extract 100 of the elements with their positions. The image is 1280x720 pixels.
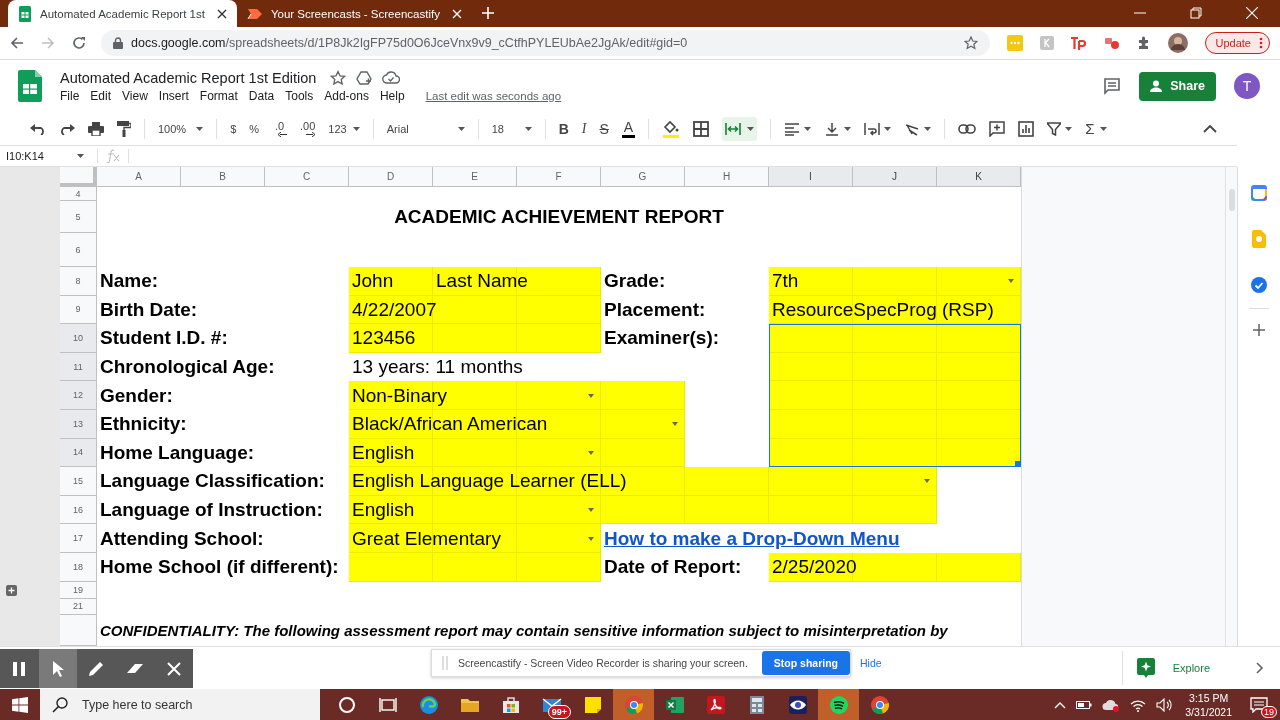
dropdown-arrow-icon[interactable] bbox=[672, 422, 678, 427]
paint-format-icon[interactable] bbox=[117, 120, 131, 137]
document-title[interactable]: Automated Academic Report 1st Edition bbox=[60, 69, 317, 86]
recorder-tool-button[interactable] bbox=[38, 649, 78, 688]
row-header[interactable]: 13 bbox=[60, 409, 97, 439]
menu-item[interactable]: View bbox=[122, 88, 148, 103]
borders-icon[interactable] bbox=[693, 120, 710, 137]
dropdown-arrow-icon[interactable] bbox=[588, 393, 594, 398]
column-header[interactable]: G bbox=[601, 167, 685, 187]
row-header[interactable]: 16 bbox=[60, 495, 97, 525]
row-header[interactable]: 18 bbox=[60, 552, 97, 582]
menu-item[interactable]: File bbox=[60, 88, 80, 103]
extension-icon[interactable] bbox=[1103, 36, 1120, 50]
add-comment-icon[interactable] bbox=[989, 120, 1006, 137]
puzzle-icon[interactable] bbox=[1136, 36, 1151, 50]
bold-button[interactable]: B bbox=[558, 116, 569, 141]
tasks-icon[interactable] bbox=[1251, 277, 1267, 293]
zoom-dropdown[interactable]: 100% bbox=[158, 116, 204, 141]
menu-item[interactable]: Format bbox=[199, 88, 238, 103]
merge-cells-button[interactable] bbox=[722, 116, 758, 141]
back-icon[interactable] bbox=[10, 36, 24, 50]
chart-icon[interactable] bbox=[1018, 120, 1035, 137]
cloud-icon[interactable] bbox=[1102, 698, 1121, 712]
column-header[interactable]: D bbox=[349, 167, 433, 187]
action-center-button[interactable]: 19 bbox=[1246, 689, 1280, 720]
dropdown-arrow-icon[interactable] bbox=[1008, 279, 1014, 284]
percent-button[interactable]: % bbox=[249, 116, 260, 141]
comment-icon[interactable] bbox=[1103, 77, 1122, 95]
add-icon[interactable] bbox=[1253, 324, 1265, 336]
selection-outline[interactable] bbox=[769, 324, 1021, 468]
bookmark-star-icon[interactable] bbox=[963, 36, 978, 50]
strikethrough-button[interactable]: S bbox=[599, 116, 609, 141]
last-edit-link[interactable]: Last edit was seconds ago bbox=[425, 89, 562, 102]
name-box[interactable]: I10:K14 bbox=[0, 150, 90, 162]
menu-item[interactable]: Data bbox=[248, 88, 275, 103]
new-tab-icon[interactable] bbox=[481, 7, 494, 19]
browser-tab[interactable]: Automated Academic Report 1st bbox=[8, 0, 237, 27]
font-dropdown[interactable]: Arial bbox=[386, 116, 465, 141]
row-header[interactable]: 4 bbox=[60, 187, 97, 201]
maximize-icon[interactable] bbox=[1190, 7, 1202, 19]
column-header[interactable]: I bbox=[769, 167, 853, 187]
text-color-button[interactable]: A bbox=[621, 119, 636, 138]
taskbar-app-button[interactable]: 99+ bbox=[531, 689, 572, 720]
menu-item[interactable]: Help bbox=[379, 88, 405, 103]
font-size-dropdown[interactable]: 18 bbox=[491, 116, 532, 141]
dropdown-arrow-icon[interactable] bbox=[588, 450, 594, 455]
row-header[interactable]: 17 bbox=[60, 524, 97, 553]
increase-decimals-button[interactable]: .00 bbox=[300, 116, 316, 141]
taskbar-search-field[interactable]: Type here to search bbox=[40, 689, 320, 720]
column-header[interactable]: A bbox=[97, 167, 181, 187]
chevron-up-icon[interactable] bbox=[1054, 701, 1067, 709]
menu-item[interactable]: Edit bbox=[90, 88, 112, 103]
dropdown-arrow-icon[interactable] bbox=[588, 536, 594, 541]
undo-icon[interactable] bbox=[30, 122, 46, 135]
row-header[interactable]: 8 bbox=[60, 267, 97, 296]
decrease-decimals-button[interactable]: .0 bbox=[272, 116, 288, 141]
column-header[interactable]: B bbox=[181, 167, 265, 187]
print-icon[interactable] bbox=[88, 121, 104, 136]
extension-icon[interactable] bbox=[1070, 36, 1087, 50]
number-format-dropdown[interactable]: 123 bbox=[328, 116, 360, 141]
stop-sharing-button[interactable]: Stop sharing bbox=[761, 651, 851, 675]
link-icon[interactable] bbox=[958, 123, 977, 134]
functions-dropdown[interactable]: Σ bbox=[1085, 116, 1108, 141]
sheets-logo-icon[interactable] bbox=[18, 70, 42, 102]
row-header[interactable]: 6 bbox=[60, 233, 97, 267]
dropdown-arrow-icon[interactable] bbox=[588, 508, 594, 513]
calendar-icon[interactable] bbox=[1251, 185, 1267, 201]
column-header[interactable]: C bbox=[265, 167, 349, 187]
account-avatar[interactable]: T bbox=[1234, 73, 1260, 99]
fill-color-icon[interactable] bbox=[662, 119, 681, 138]
avatar-icon[interactable] bbox=[1167, 33, 1188, 53]
expand-panel-icon[interactable] bbox=[1256, 662, 1264, 674]
column-header[interactable]: H bbox=[685, 167, 769, 187]
clock[interactable]: 3:15 PM 3/31/2021 bbox=[1185, 689, 1232, 720]
close-icon[interactable] bbox=[216, 8, 227, 19]
menu-item[interactable]: Tools bbox=[285, 88, 314, 103]
row-header[interactable]: 15 bbox=[60, 467, 97, 496]
currency-button[interactable]: $ bbox=[230, 116, 237, 141]
menu-item[interactable]: Insert bbox=[158, 88, 189, 103]
menu-item[interactable]: Add-ons bbox=[324, 88, 369, 103]
column-header[interactable]: K bbox=[937, 167, 1021, 187]
expand-group-icon[interactable] bbox=[6, 584, 17, 596]
column-header[interactable]: F bbox=[517, 167, 601, 187]
italic-button[interactable]: I bbox=[581, 116, 587, 141]
row-header[interactable]: 14 bbox=[60, 438, 97, 468]
cloud-icon[interactable] bbox=[382, 70, 401, 85]
fill-handle[interactable] bbox=[1015, 461, 1020, 467]
explore-button[interactable]: Explore bbox=[1121, 651, 1236, 685]
wifi-icon[interactable] bbox=[1130, 698, 1147, 712]
redo-icon[interactable] bbox=[59, 122, 75, 135]
column-header[interactable]: E bbox=[433, 167, 517, 187]
share-button[interactable]: Share bbox=[1139, 71, 1216, 101]
address-field[interactable]: docs.google.com/spreadsheets/d/1P8Jk2IgFP75d0O6JceVnx9v9_cCtfhPYLEUbAe2JgAk/edit#gid=0 bbox=[101, 30, 990, 56]
collapse-icon[interactable] bbox=[1203, 124, 1217, 133]
scrollbar-thumb[interactable] bbox=[1229, 189, 1235, 211]
update-button[interactable]: Update bbox=[1204, 32, 1270, 54]
star-icon[interactable] bbox=[330, 69, 347, 86]
dropdown-arrow-icon[interactable] bbox=[924, 479, 930, 484]
row-header[interactable]: 12 bbox=[60, 381, 97, 410]
volume-icon[interactable] bbox=[1156, 698, 1173, 712]
